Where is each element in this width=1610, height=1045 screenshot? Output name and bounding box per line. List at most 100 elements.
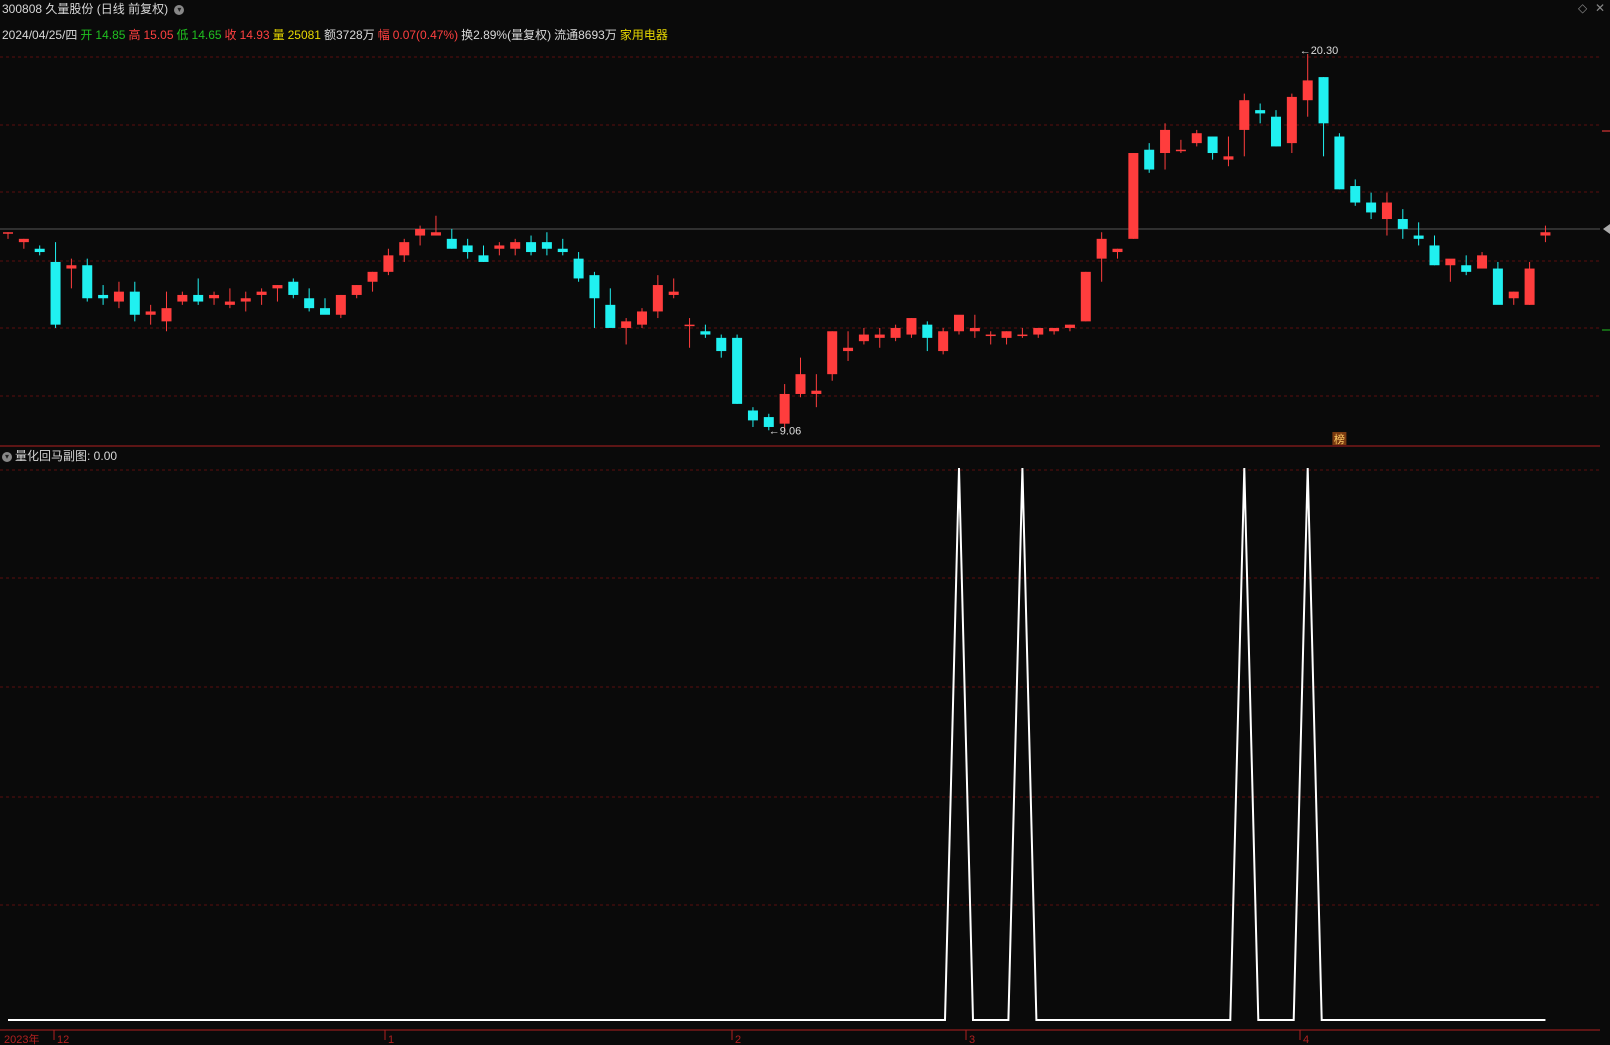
date-label: 2: [735, 1034, 741, 1045]
candle-body: [1096, 238, 1107, 259]
open-label: 开: [80, 28, 93, 42]
candle-body: [161, 308, 172, 322]
change-label: 幅: [377, 28, 390, 42]
candle-body: [272, 285, 283, 289]
candle-body: [1350, 186, 1361, 203]
candle-body: [747, 410, 758, 421]
candle-body: [335, 294, 346, 315]
candle-body: [98, 294, 109, 299]
candle-body: [113, 291, 124, 302]
candle-body: [18, 238, 29, 243]
candle-body: [1540, 232, 1551, 236]
candle-body: [1477, 255, 1488, 269]
change-value: 0.07(0.47%): [392, 28, 459, 42]
candle-body: [193, 294, 204, 302]
candle-body: [637, 311, 647, 325]
candle-body: [209, 294, 220, 299]
candle-body: [827, 331, 838, 375]
candlestick-chart: ←20.30←9.06榜2023年 12 1 2 3 4: [0, 45, 1610, 1045]
high-label: 高: [128, 28, 141, 42]
close-value: 14.93: [239, 28, 270, 42]
candle-body: [1413, 235, 1424, 239]
date-label: 12: [57, 1034, 69, 1045]
candle-body: [605, 304, 616, 328]
candle-body: [1160, 129, 1171, 154]
candle-body: [462, 245, 473, 253]
date-label: 2023年: [4, 1032, 39, 1045]
subchart-name: 量化回马副图: [15, 449, 88, 463]
close-label: 收: [224, 28, 237, 42]
high-annotation: ←20.30: [1300, 45, 1339, 57]
date-label: 3: [969, 1034, 975, 1045]
candle-body: [3, 232, 13, 234]
sector-value[interactable]: 家用电器: [620, 28, 668, 42]
diamond-icon[interactable]: ◇: [1578, 1, 1587, 15]
candle-body: [526, 242, 537, 253]
date-label: 4: [1303, 1034, 1309, 1045]
candle-body: [478, 255, 489, 262]
candle-body: [541, 242, 552, 249]
candle-body: [1492, 268, 1503, 305]
float-value: 流通8693万: [554, 28, 617, 42]
candle-body: [1381, 202, 1392, 220]
candle-body: [1461, 265, 1472, 272]
date-label: 1: [388, 1034, 394, 1045]
stock-title-bar[interactable]: 300808 久量股份 (日线 前复权) ▾: [2, 0, 187, 16]
candle-body: [1334, 136, 1345, 190]
candle-body: [906, 318, 917, 335]
candle-body: [34, 248, 45, 253]
candle-body: [510, 242, 521, 249]
stock-code: 300808: [2, 2, 43, 16]
candle-body: [1302, 80, 1313, 101]
volume-value: 25081: [287, 28, 321, 42]
candle-body: [890, 327, 901, 338]
low-annotation: ←9.06: [769, 425, 801, 437]
candle-body: [938, 331, 949, 352]
candle-body: [874, 334, 885, 338]
open-value: 14.85: [95, 28, 126, 42]
close-icon[interactable]: ✕: [1595, 1, 1605, 15]
candle-body: [716, 337, 727, 352]
candle-body: [795, 374, 806, 394]
candle-body: [320, 308, 330, 315]
candle-body: [129, 291, 140, 315]
candle-body: [1207, 136, 1218, 154]
candle-body: [1255, 110, 1266, 114]
candle-body: [621, 321, 632, 328]
candle-body: [1429, 245, 1440, 266]
candle-body: [1049, 327, 1060, 332]
candle-body: [1144, 149, 1155, 170]
candle-body: [573, 258, 584, 279]
candle-body: [383, 255, 394, 272]
candle-body: [66, 265, 77, 269]
rank-badge-label: 榜: [1334, 432, 1345, 446]
chevron-down-icon[interactable]: ▾: [2, 451, 12, 462]
low-value: 14.65: [191, 28, 222, 42]
candle-body: [1001, 331, 1012, 338]
candle-body: [1397, 219, 1408, 229]
candle-body: [1191, 133, 1202, 144]
volume-label: 量: [272, 28, 285, 42]
quote-date: 2024/04/25/四: [2, 28, 78, 42]
candle-body: [969, 327, 980, 332]
candle-body: [858, 334, 869, 342]
quote-info-bar: 2024/04/25/四开 14.85 高 15.05 低 14.65 收 14.93 量 250…: [2, 26, 671, 42]
candle-body: [985, 334, 996, 337]
candle-body: [415, 228, 426, 236]
chevron-down-icon[interactable]: ▾: [174, 4, 185, 15]
candle-body: [1033, 327, 1044, 335]
candle-body: [1064, 324, 1075, 328]
candle-body: [1366, 202, 1377, 213]
subchart-title[interactable]: ▾ 量化回马副图: 0.00: [2, 447, 117, 464]
candle-body: [589, 275, 600, 299]
candle-body: [1271, 116, 1281, 147]
current-price-marker: [1603, 224, 1610, 234]
candle-body: [1223, 156, 1234, 160]
candle-body: [1508, 291, 1519, 299]
candle-body: [367, 271, 378, 282]
chart-stage: ←20.30 ←9.06 榜 2023年 12 1 2 3 4 300808 久量股份 (日线 …: [0, 0, 1610, 1045]
candle-body: [399, 242, 410, 256]
candle-body: [1318, 77, 1329, 124]
candle-body: [684, 324, 695, 327]
candle-body: [446, 238, 457, 249]
